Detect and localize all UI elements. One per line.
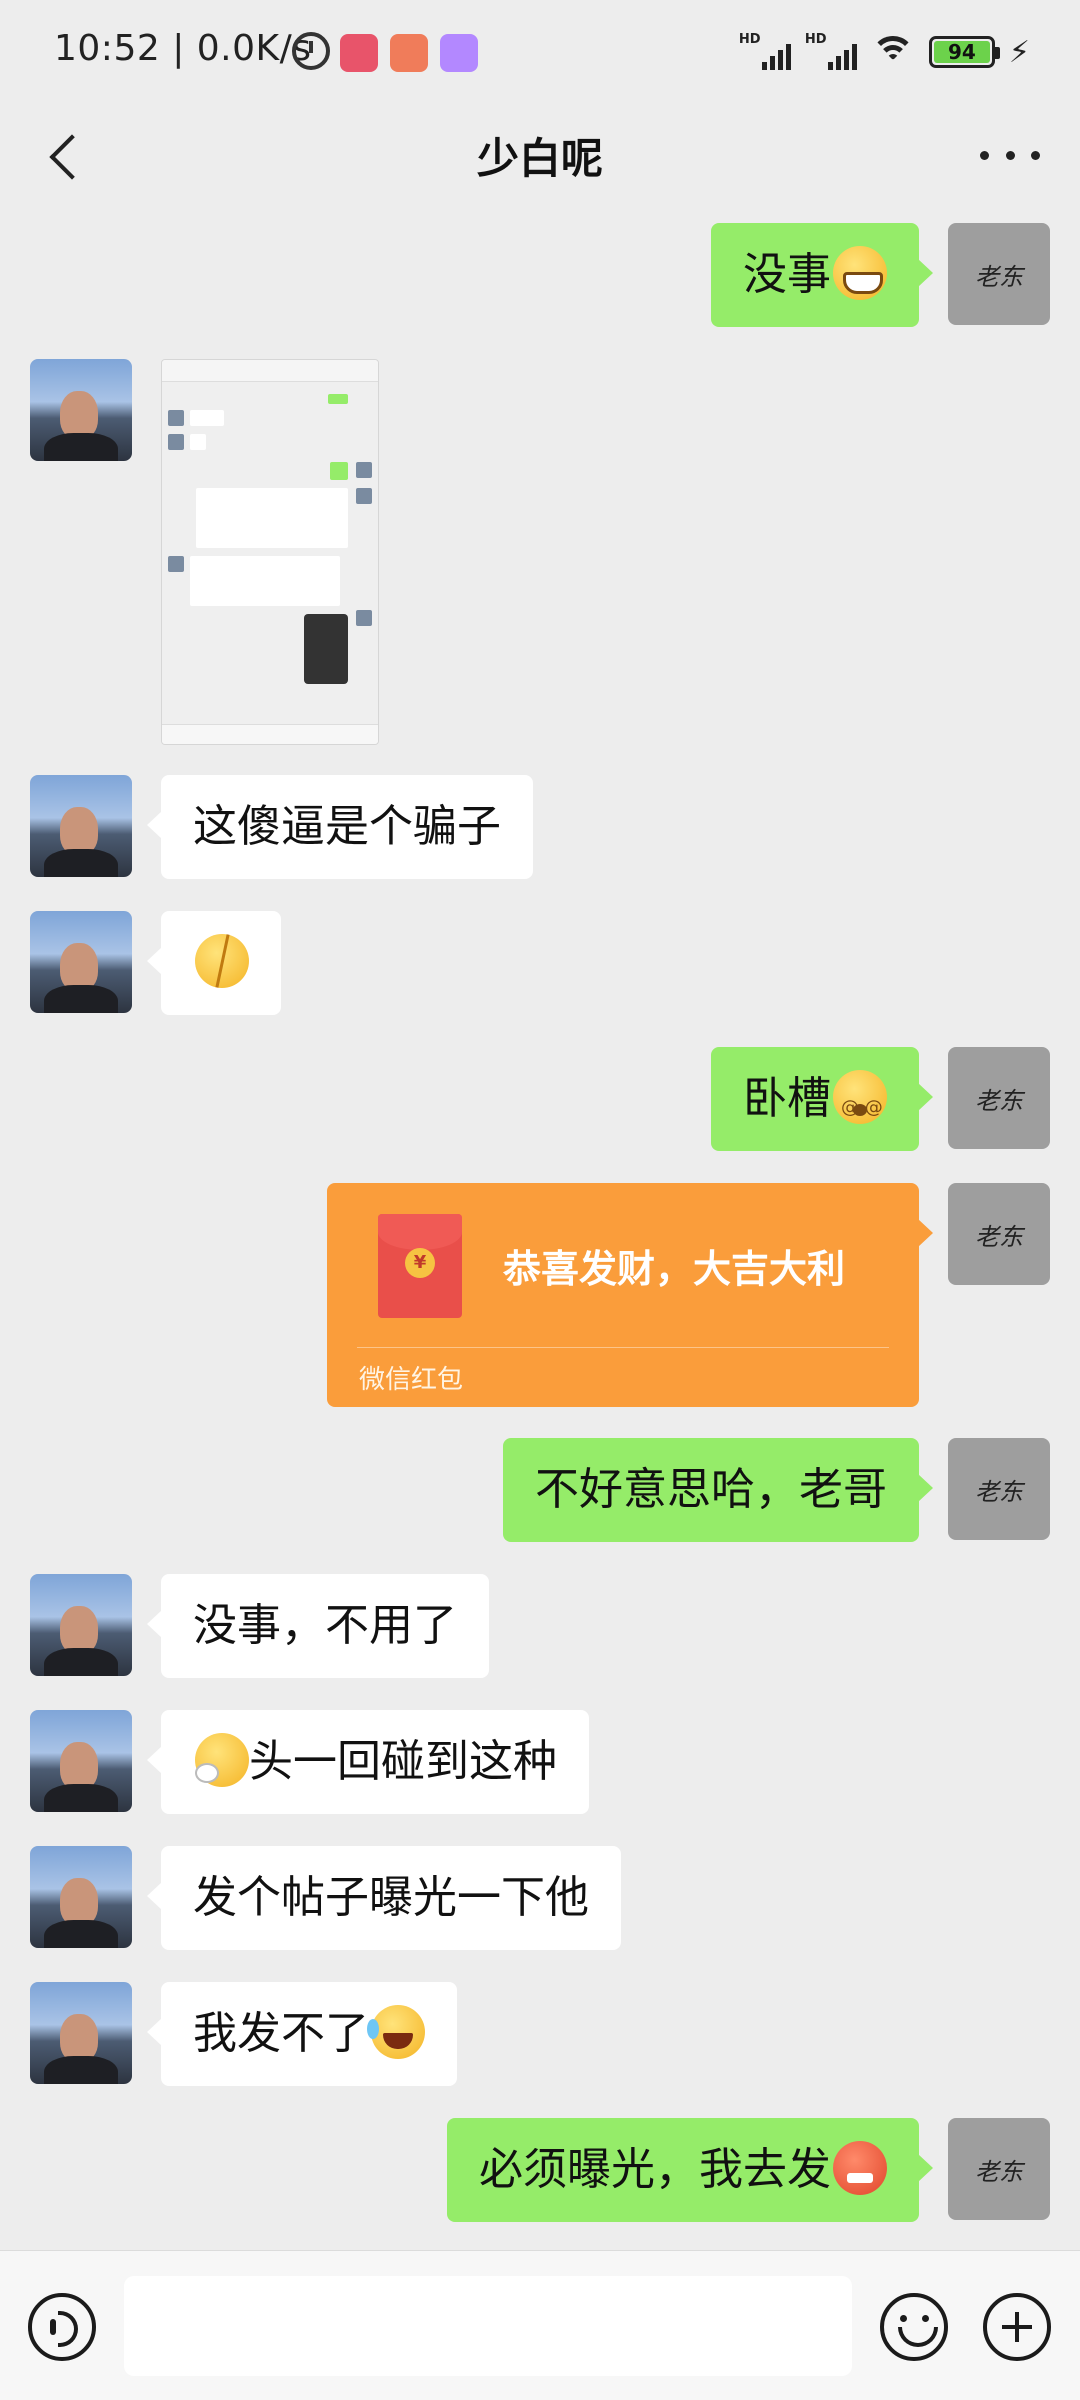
plus-icon[interactable] <box>983 2293 1051 2361</box>
battery-icon: 94 <box>928 36 1000 68</box>
self-avatar[interactable]: 老东 <box>948 1183 1050 1285</box>
image-message[interactable] <box>161 359 379 745</box>
message-bubble-other[interactable]: 发个帖子曝光一下他 <box>147 1846 621 1950</box>
message-text: 我发不了 <box>193 2008 369 2059</box>
red-packet-label: 微信红包 <box>359 1365 464 1395</box>
red-packet-greeting: 恭喜发财，大吉大利 <box>503 1247 846 1291</box>
message-text: 发个帖子曝光一下他 <box>193 1872 589 1923</box>
message-bubble-self[interactable]: 卧槽 <box>711 1047 933 1151</box>
voice-icon[interactable] <box>28 2293 96 2361</box>
avatar-text: 老东 <box>975 1087 1023 1115</box>
sigh-emoji-icon <box>195 1733 249 1787</box>
message-bubble-other[interactable] <box>147 911 281 1015</box>
message-text: 不好意思哈，老哥 <box>535 1464 887 1515</box>
more-dots-icon[interactable] <box>980 135 1040 175</box>
contact-avatar[interactable] <box>30 1574 132 1676</box>
self-avatar[interactable]: 老东 <box>948 2118 1050 2220</box>
red-envelope-icon: ¥ <box>378 1214 462 1318</box>
message-text: 卧槽 <box>743 1073 831 1124</box>
contact-avatar[interactable] <box>30 1710 132 1812</box>
message-text: 没事 <box>743 249 831 300</box>
contact-avatar[interactable] <box>30 1846 132 1948</box>
status-time-speed: 10:52 | 0.0K/s <box>54 28 312 69</box>
message-bubble-other[interactable]: 我发不了 <box>147 1982 457 2086</box>
message-bubble-self[interactable]: 不好意思哈，老哥 <box>503 1438 933 1542</box>
chat-input-bar <box>0 2250 1080 2400</box>
divider <box>357 1347 889 1348</box>
chat-header: 少白呢 <box>0 105 1080 205</box>
avatar-text: 老东 <box>975 263 1023 291</box>
alarm-icon <box>292 32 330 70</box>
contact-avatar[interactable] <box>30 1982 132 2084</box>
battery-level: 94 <box>933 41 990 63</box>
avatar-text: 老东 <box>975 1223 1023 1251</box>
message-text: 必须曝光，我去发 <box>479 2144 831 2195</box>
avatar-text: 老东 <box>975 1478 1023 1506</box>
chat-title: 少白呢 <box>476 134 603 183</box>
app-notification-icon <box>440 34 478 72</box>
angry-emoji-icon <box>833 2141 887 2195</box>
self-avatar[interactable]: 老东 <box>948 1438 1050 1540</box>
signal-hd-label: HD <box>738 32 761 47</box>
message-text: 没事，不用了 <box>193 1600 457 1651</box>
app-notification-icon <box>390 34 428 72</box>
charging-icon: ⚡ <box>1008 34 1030 70</box>
message-bubble-other[interactable]: 这傻逼是个骗子 <box>147 775 533 879</box>
signal-icon: HD <box>739 32 791 72</box>
message-bubble-self[interactable]: 没事 <box>711 223 933 327</box>
grin-emoji-icon <box>833 246 887 300</box>
signal-hd-label: HD <box>804 32 827 47</box>
self-avatar[interactable]: 老东 <box>948 223 1050 325</box>
message-text: 这傻逼是个骗子 <box>193 801 501 852</box>
message-text: 头一回碰到这种 <box>249 1736 557 1787</box>
self-avatar[interactable]: 老东 <box>948 1047 1050 1149</box>
avatar-text: 老东 <box>975 2158 1023 2186</box>
app-notification-icon <box>340 34 378 72</box>
contact-avatar[interactable] <box>30 775 132 877</box>
message-bubble-self[interactable]: 必须曝光，我去发 <box>447 2118 933 2222</box>
cracked-face-emoji-icon <box>195 934 249 988</box>
emoji-icon[interactable] <box>880 2293 948 2361</box>
contact-avatar[interactable] <box>30 359 132 461</box>
tears-of-joy-emoji-icon <box>367 2005 425 2059</box>
message-bubble-other[interactable]: 没事，不用了 <box>147 1574 489 1678</box>
wifi-icon <box>870 34 915 70</box>
message-bubble-other[interactable]: 头一回碰到这种 <box>147 1710 589 1814</box>
message-input[interactable] <box>124 2276 852 2376</box>
dizzy-emoji-icon <box>833 1070 887 1138</box>
status-right-icons: HD HD 94 ⚡ <box>739 30 1030 74</box>
signal-icon: HD <box>805 32 857 72</box>
contact-avatar[interactable] <box>30 911 132 1013</box>
status-bar: 10:52 | 0.0K/s HD HD 94 ⚡ <box>0 0 1080 105</box>
red-packet-message[interactable]: ¥ 恭喜发财，大吉大利 微信红包 <box>327 1183 933 1407</box>
